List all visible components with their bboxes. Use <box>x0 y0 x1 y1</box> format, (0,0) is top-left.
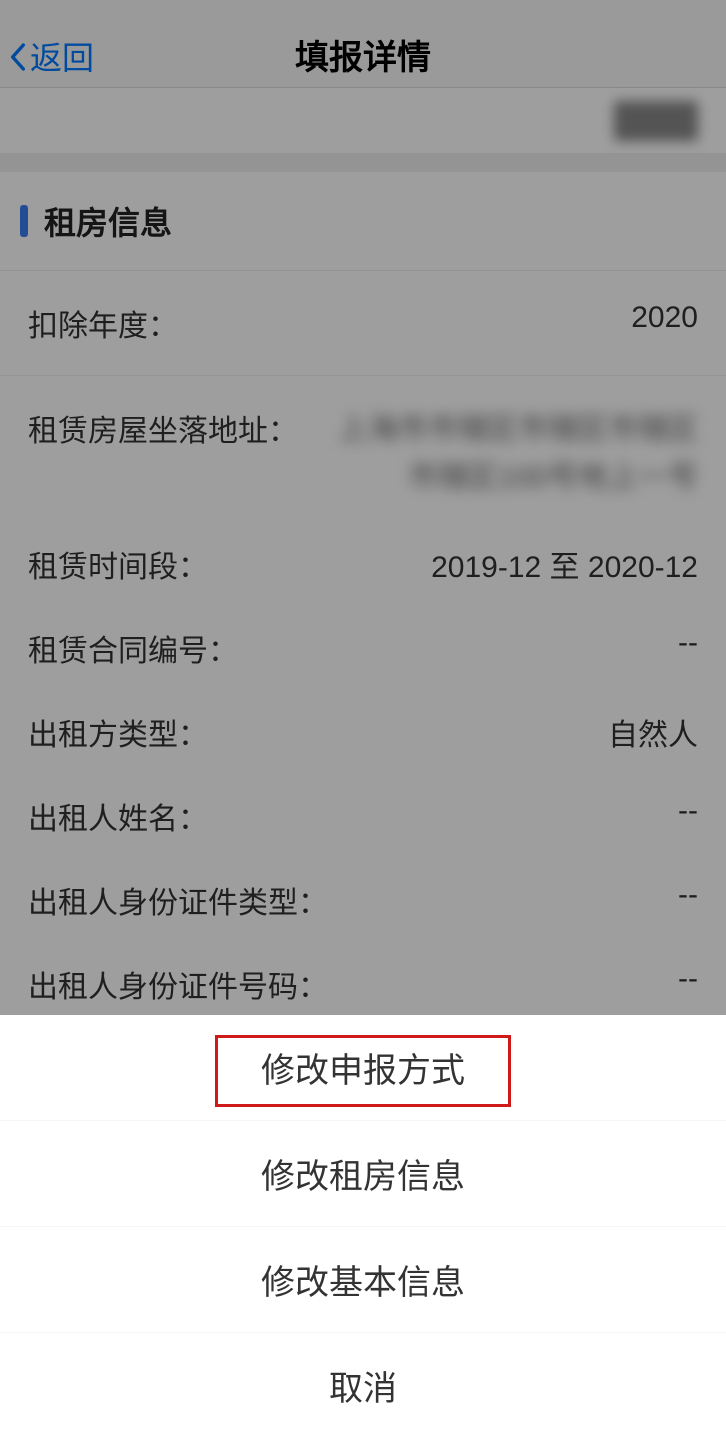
action-modify-rental-info[interactable]: 修改租房信息 <box>0 1121 726 1227</box>
action-modify-basic-info[interactable]: 修改基本信息 <box>0 1227 726 1333</box>
action-modify-declare-method[interactable]: 修改申报方式 <box>0 1015 726 1121</box>
action-sheet: 修改申报方式 修改租房信息 修改基本信息 取消 <box>0 1015 726 1450</box>
action-cancel[interactable]: 取消 <box>0 1333 726 1450</box>
